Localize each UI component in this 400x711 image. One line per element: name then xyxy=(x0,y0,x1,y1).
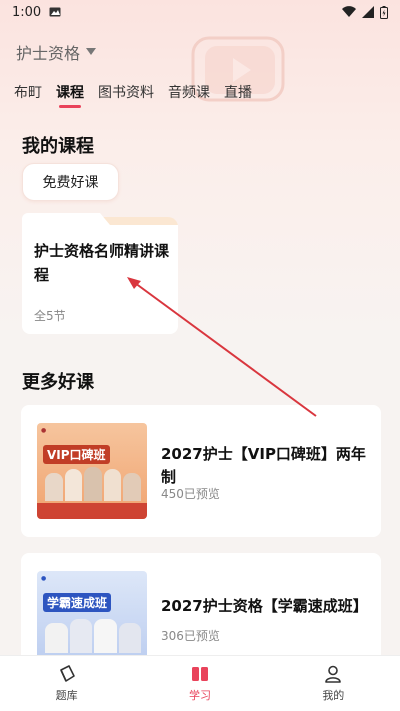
nav-question-bank-label: 题库 xyxy=(55,689,78,702)
course-thumbnail: ● VIP口碑班 xyxy=(37,423,147,519)
thumbnail-banner: VIP口碑班 xyxy=(43,445,110,464)
status-bar: 1:00 xyxy=(0,0,400,24)
course-views: 306已预览 xyxy=(161,629,220,643)
signal-icon xyxy=(362,6,374,18)
course-title: 2027护士资格【学霸速成班】 xyxy=(161,597,368,615)
more-courses-title: 更多好课 xyxy=(22,372,94,393)
study-book-icon xyxy=(191,667,208,681)
wifi-icon xyxy=(342,6,356,18)
tab-bujing[interactable]: 布町 xyxy=(14,82,42,108)
course-card-speed[interactable]: ● 学霸速成班 2027护士资格【学霸速成班】 306已预览 xyxy=(21,553,381,671)
bottom-navigation: 题库 学习 我的 xyxy=(0,655,400,711)
tab-books[interactable]: 图书资料 xyxy=(98,82,154,108)
tab-live[interactable]: 直播 xyxy=(224,82,252,108)
nav-study[interactable]: 学习 xyxy=(133,656,266,711)
caret-down-icon xyxy=(86,48,97,55)
tab-audio[interactable]: 音频课 xyxy=(168,82,210,108)
nav-question-bank[interactable]: 题库 xyxy=(0,656,133,711)
folder-lesson-count: 全5节 xyxy=(34,309,66,323)
free-courses-chip[interactable]: 免费好课 xyxy=(22,163,119,201)
category-tabs: 布町 课程 图书资料 音频课 直播 xyxy=(14,82,252,108)
profile-icon xyxy=(325,665,342,683)
nav-profile-label: 我的 xyxy=(322,689,345,702)
nav-profile[interactable]: 我的 xyxy=(267,656,400,711)
nav-study-label: 学习 xyxy=(188,689,211,702)
folder-title: 护士资格名师精讲课程 xyxy=(34,242,170,284)
thumbnail-brand: ● xyxy=(41,575,47,582)
course-folder-card[interactable]: 护士资格名师精讲课程 全5节 xyxy=(22,213,178,334)
exam-selector[interactable]: 护士资格 xyxy=(16,40,97,64)
battery-icon xyxy=(380,5,388,19)
thumbnail-brand: ● xyxy=(41,427,47,434)
thumbnail-teachers xyxy=(45,467,141,501)
course-card-vip[interactable]: ● VIP口碑班 2027护士【VIP口碑班】两年制 450已预览 xyxy=(21,405,381,537)
image-notification-icon xyxy=(49,7,61,17)
thumbnail-footer xyxy=(37,503,147,519)
course-views: 450已预览 xyxy=(161,487,220,501)
tab-courses[interactable]: 课程 xyxy=(56,82,84,108)
question-bank-icon xyxy=(59,665,75,682)
thumbnail-banner: 学霸速成班 xyxy=(43,593,112,612)
exam-title: 护士资格 xyxy=(16,44,81,63)
status-time: 1:00 xyxy=(12,4,42,20)
my-courses-title: 我的课程 xyxy=(22,136,94,157)
course-title: 2027护士【VIP口碑班】两年制 xyxy=(161,445,366,486)
thumbnail-teachers xyxy=(45,619,141,653)
